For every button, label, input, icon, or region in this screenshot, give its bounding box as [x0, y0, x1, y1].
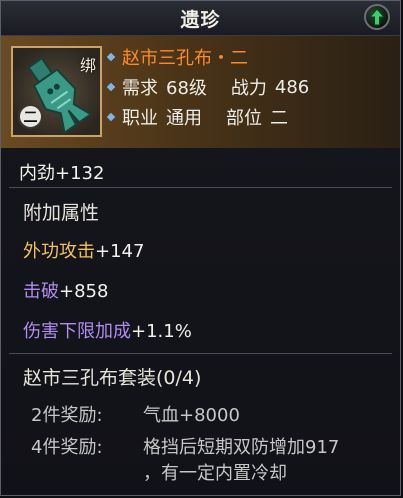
requirement-row: 需求 68级 战力 486 — [106, 72, 310, 102]
attr-value: +147 — [95, 241, 145, 262]
set-bonus-label: 2件奖励: — [31, 405, 103, 426]
item-name: 赵市三孔布・二 — [122, 48, 248, 69]
set-bonus-text: 气血+8000 — [143, 405, 240, 426]
set-bonus-row: 2件奖励: — [31, 401, 103, 427]
class-row: 职业 通用 部位 二 — [106, 102, 309, 132]
power-label: 战力 — [230, 78, 267, 99]
diamond-bullet-icon — [106, 112, 116, 122]
diamond-bullet-icon — [106, 52, 116, 62]
upgrade-button[interactable] — [364, 4, 390, 30]
require-label: 需求 — [122, 78, 158, 99]
item-header: 绑 二 赵市三孔布・二 需求 68级 战力 486 职业 通用 部位 二 — [1, 36, 400, 148]
item-tooltip-panel: 遗珍 绑 二 赵市三孔布・二 需求 68级 战力 486 职业 通用 部位 二 … — [0, 0, 401, 496]
window-title: 遗珍 — [180, 9, 221, 31]
base-stat-name: 内劲 — [19, 163, 55, 184]
set-bonus-row: 4件奖励: — [31, 433, 103, 459]
class-label: 职业 — [122, 108, 158, 129]
base-stat-value: +132 — [55, 163, 105, 184]
extra-attrs-heading: 附加属性 — [23, 202, 100, 224]
grade-badge: 二 — [18, 104, 43, 129]
title-bar: 遗珍 — [1, 1, 400, 36]
required-level: 68级 — [166, 78, 207, 99]
slot-value: 二 — [270, 108, 288, 129]
divider — [9, 353, 392, 354]
set-bonus-label: 4件奖励: — [31, 437, 103, 458]
attr-name: 伤害下限加成 — [23, 321, 131, 342]
attr-name: 击破 — [23, 281, 59, 302]
divider — [9, 187, 392, 188]
power-value: 486 — [274, 76, 310, 98]
base-stat: 内劲+132 — [19, 159, 104, 185]
attr-row: 击破+858 — [23, 277, 108, 303]
item-info: 赵市三孔布・二 需求 68级 战力 486 职业 通用 部位 二 — [106, 42, 310, 132]
attr-name: 外功攻击 — [23, 241, 95, 262]
set-bonus-text-cont: ，有一定内置冷却 — [143, 463, 287, 484]
class-value: 通用 — [166, 108, 202, 129]
attr-row: 外功攻击+147 — [23, 237, 144, 263]
set-title: 赵市三孔布套装(0/4) — [23, 367, 202, 389]
attr-row: 伤害下限加成+1.1% — [23, 317, 192, 343]
diamond-bullet-icon — [106, 82, 116, 92]
set-bonus-text: 格挡后短期双防增加917 — [143, 437, 340, 458]
attr-value: +1.1% — [131, 321, 192, 342]
attr-value: +858 — [59, 281, 109, 302]
bound-tag: 绑 — [79, 56, 96, 75]
item-icon-frame[interactable]: 绑 二 — [11, 46, 102, 137]
item-name-row: 赵市三孔布・二 — [106, 42, 309, 72]
slot-label: 部位 — [226, 108, 262, 129]
green-up-arrow-icon — [369, 8, 385, 26]
